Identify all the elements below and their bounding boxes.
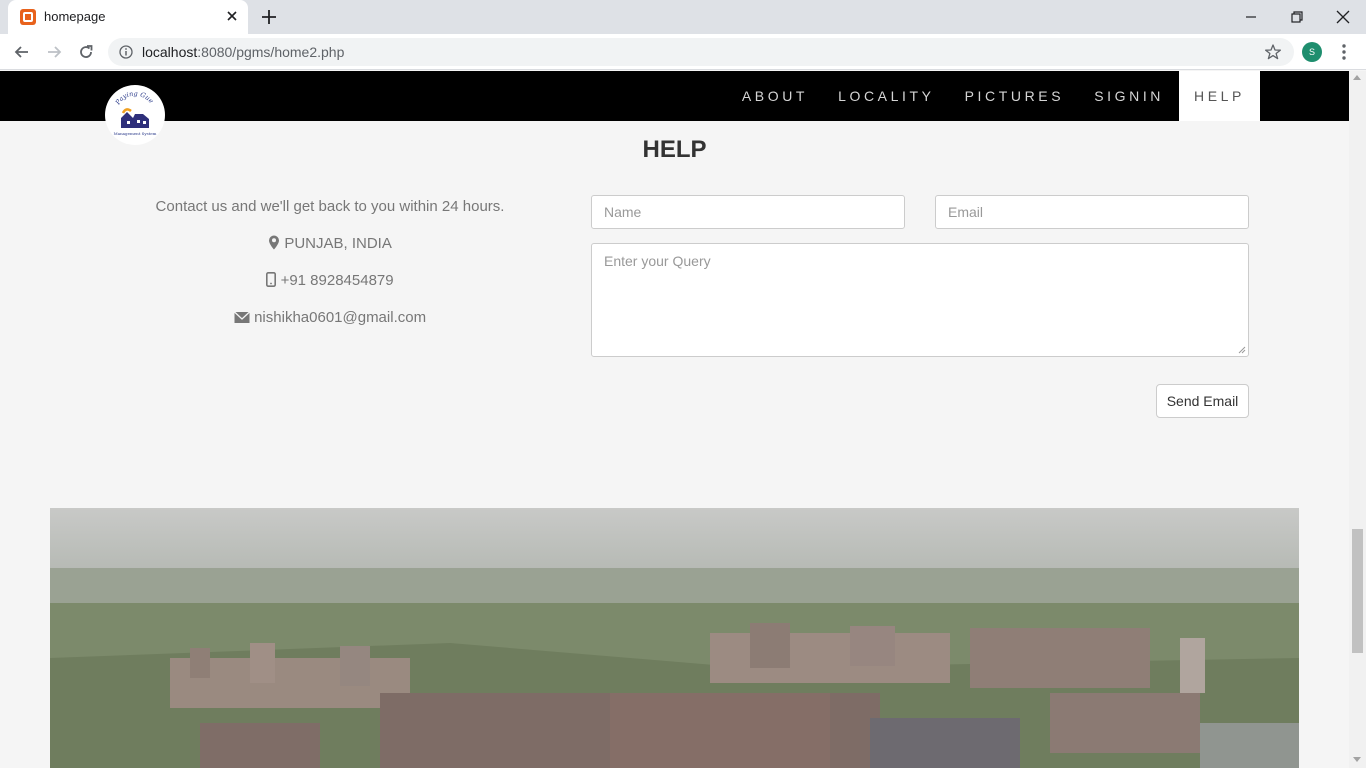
query-placeholder: Enter your Query — [604, 253, 711, 269]
nav-links: ABOUT LOCALITY PICTURES SIGNIN HELP — [727, 71, 1260, 121]
email-text[interactable]: nishikha0601@gmail.com — [254, 309, 426, 326]
scroll-thumb[interactable] — [1352, 529, 1363, 653]
phone-text: +91 8928454879 — [280, 272, 394, 289]
nav-link-help[interactable]: HELP — [1179, 71, 1260, 121]
query-textarea[interactable]: Enter your Query — [591, 243, 1249, 357]
address-bar[interactable]: localhost:8080/pgms/home2.php — [108, 38, 1294, 66]
close-window-icon[interactable] — [1333, 7, 1353, 27]
email-line: nishikha0601@gmail.com — [110, 308, 550, 345]
city-aerial-photo — [50, 508, 1299, 768]
nav-link-locality[interactable]: LOCALITY — [823, 71, 950, 121]
location-line: PUNJAB, INDIA — [110, 234, 550, 271]
name-input[interactable]: Name — [591, 195, 905, 229]
xampp-favicon-icon — [20, 9, 36, 25]
nav-link-pictures[interactable]: PICTURES — [950, 71, 1080, 121]
bookmark-star-icon[interactable] — [1264, 43, 1282, 61]
nav-link-about[interactable]: ABOUT — [727, 71, 823, 121]
url-text: localhost:8080/pgms/home2.php — [142, 44, 345, 60]
restore-icon[interactable] — [1287, 7, 1307, 27]
close-tab-icon[interactable] — [224, 8, 240, 24]
profile-avatar[interactable]: S — [1302, 42, 1322, 62]
envelope-icon — [233, 311, 250, 323]
tab-title: homepage — [44, 9, 106, 24]
nav-link-signin[interactable]: SIGNIN — [1079, 71, 1179, 121]
help-heading: HELP — [642, 136, 707, 163]
page-scrollbar[interactable] — [1349, 71, 1366, 768]
forward-arrow-icon[interactable] — [44, 42, 64, 62]
mobile-phone-icon — [266, 272, 277, 287]
reload-icon[interactable] — [76, 42, 96, 62]
browser-toolbar: localhost:8080/pgms/home2.php — [0, 34, 1366, 70]
page-viewport: ABOUT LOCALITY PICTURES SIGNIN HELP Payi… — [0, 71, 1349, 768]
location-text: PUNJAB, INDIA — [284, 235, 392, 252]
contact-intro: Contact us and we'll get back to you wit… — [155, 198, 505, 215]
scroll-up-arrow-icon[interactable] — [1353, 75, 1361, 80]
browser-tab[interactable]: homepage — [8, 0, 248, 34]
email-input[interactable]: Email — [935, 195, 1249, 229]
map-marker-icon — [269, 235, 280, 250]
resize-grip-icon[interactable] — [1238, 346, 1246, 354]
browser-menu-icon[interactable] — [1336, 42, 1352, 62]
back-arrow-icon[interactable] — [12, 42, 32, 62]
browser-tab-strip: homepage — [0, 0, 1366, 34]
new-tab-icon[interactable] — [260, 8, 278, 26]
phone-line: +91 8928454879 — [110, 271, 550, 308]
site-navbar: ABOUT LOCALITY PICTURES SIGNIN HELP — [0, 71, 1349, 121]
scroll-down-arrow-icon[interactable] — [1353, 757, 1361, 762]
contact-info: Contact us and we'll get back to you wit… — [110, 197, 550, 345]
site-info-icon[interactable] — [119, 45, 133, 59]
minimize-icon[interactable] — [1241, 7, 1261, 27]
send-email-button[interactable]: Send Email — [1156, 384, 1249, 418]
